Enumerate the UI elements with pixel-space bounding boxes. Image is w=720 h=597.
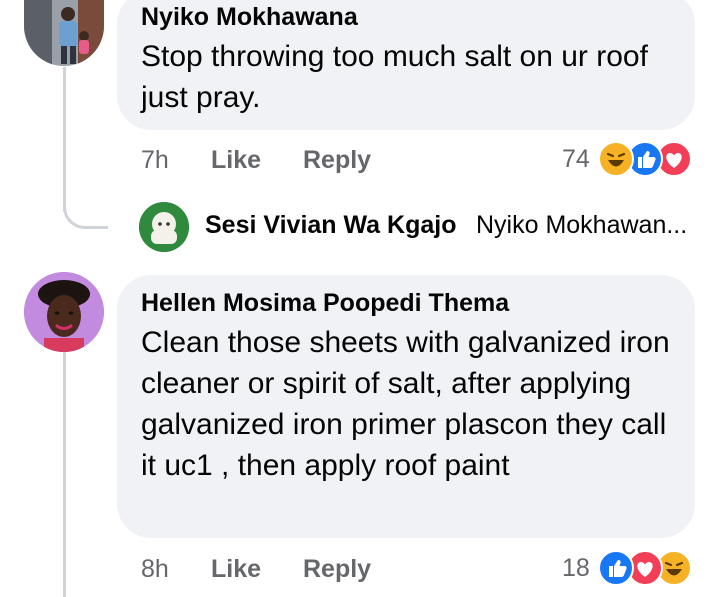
reaction-count[interactable]: 74 [562,145,590,174]
like-button[interactable]: Like [211,146,261,175]
reply-snippet[interactable]: Nyiko Mokhawan... [476,211,687,240]
thread-line-curve [63,190,108,229]
comment-text: Stop throwing too much salt on ur roof j… [141,40,648,114]
avatar-photo [24,0,104,66]
comment-timestamp[interactable]: 7h [141,146,169,175]
reply-author[interactable]: Sesi Vivian Wa Kgajo [205,211,456,240]
avatar[interactable] [24,272,104,352]
like-icon[interactable] [598,550,634,586]
avatar[interactable] [24,0,104,66]
comment-text: Clean those sheets with galvanized iron … [141,326,670,482]
like-button[interactable]: Like [211,555,261,584]
reply-button[interactable]: Reply [303,146,371,175]
reply-button[interactable]: Reply [303,555,371,584]
reaction-count[interactable]: 18 [562,554,590,583]
comment-timestamp[interactable]: 8h [141,555,169,584]
comment-author[interactable]: Nyiko Mokhawana [141,3,358,32]
thread-line [63,352,66,597]
reply-avatar[interactable] [139,202,189,252]
avatar-photo [139,202,189,252]
haha-icon[interactable] [598,141,634,177]
comment-author[interactable]: Hellen Mosima Poopedi Thema [141,289,509,318]
avatar-photo [24,272,104,352]
